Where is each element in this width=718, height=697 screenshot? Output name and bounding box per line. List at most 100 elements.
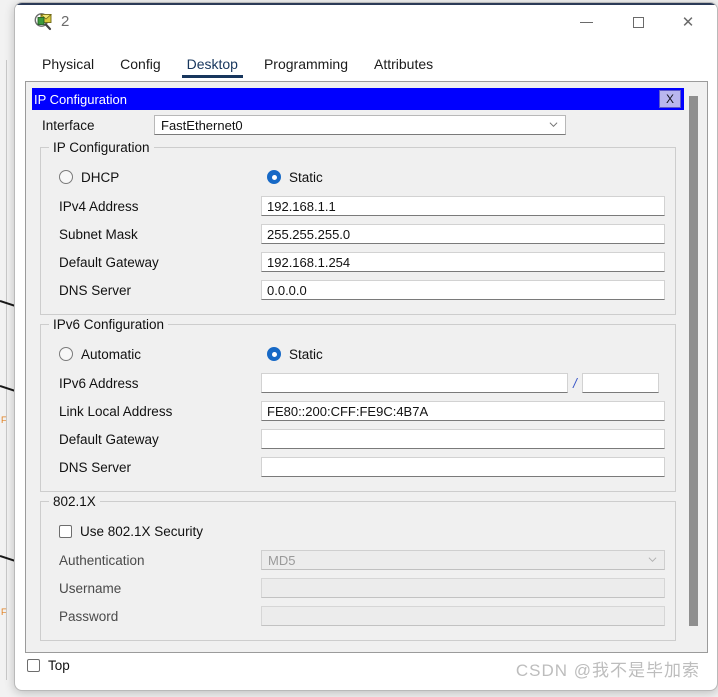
username-input[interactable]: [261, 578, 665, 598]
ipv6-automatic-radio[interactable]: [59, 347, 73, 361]
password-input[interactable]: [261, 606, 665, 626]
subnet-mask-label: Subnet Mask: [59, 226, 138, 242]
ip-configuration-title: IP Configuration: [34, 91, 127, 107]
tab-physical-label: Physical: [42, 56, 95, 72]
use-dot1x-security-checkbox[interactable]: [59, 524, 72, 538]
close-button[interactable]: ✕: [665, 3, 711, 42]
chevron-down-icon: [549, 122, 558, 128]
tab-programming-label: Programming: [263, 56, 348, 72]
authentication-select[interactable]: MD5: [261, 550, 665, 570]
tab-attributes[interactable]: Attributes: [361, 56, 446, 78]
ipv4-address-input[interactable]: 192.168.1.1: [261, 196, 665, 216]
ipv4-gateway-input[interactable]: 192.168.1.254: [261, 252, 665, 272]
top-option[interactable]: Top: [25, 655, 70, 675]
link-local-address-label: Link Local Address: [59, 403, 173, 419]
authentication-selected-value: MD5: [268, 552, 296, 568]
ipv6-dns-label: DNS Server: [59, 459, 132, 475]
username-label: Username: [59, 580, 122, 596]
maximize-button[interactable]: [615, 3, 661, 42]
subnet-mask-input[interactable]: 255.255.255.0: [261, 224, 665, 244]
window-title: 2: [61, 13, 70, 30]
vertical-scrollbar[interactable]: [687, 88, 700, 646]
ip-configuration-caption-bar: IP Configuration X: [32, 88, 684, 110]
ipv6-address-row: IPv6 Address /: [51, 369, 665, 397]
tab-desktop-label: Desktop: [186, 56, 238, 72]
use-dot1x-security-label: Use 802.1X Security: [80, 523, 204, 539]
ip-configuration-close-button[interactable]: X: [659, 90, 681, 108]
ipv6-gateway-label: Default Gateway: [59, 431, 159, 447]
ipv6-gateway-input[interactable]: [261, 429, 665, 449]
ipv6-group-title: IPv6 Configuration: [49, 317, 169, 332]
ipv4-gateway-label: Default Gateway: [59, 254, 159, 270]
tab-config[interactable]: Config: [107, 56, 173, 78]
packet-tracer-device-icon: [33, 11, 55, 33]
ipv6-gateway-row: Default Gateway: [51, 425, 665, 453]
ipv6-automatic-option[interactable]: Automatic: [59, 347, 267, 362]
ipv4-address-label: IPv4 Address: [59, 198, 139, 214]
subnet-mask-row: Subnet Mask 255.255.255.0: [51, 220, 665, 248]
link-local-address-input[interactable]: FE80::200:CFF:FE9C:4B7A: [261, 401, 665, 421]
window-title-bar: 2 ✕: [15, 3, 717, 43]
vertical-scrollbar-thumb[interactable]: [689, 96, 698, 626]
ipv6-static-label: Static: [289, 346, 323, 362]
ipv4-dhcp-label: DHCP: [81, 169, 120, 185]
ipv6-address-label: IPv6 Address: [59, 375, 139, 391]
tab-config-label: Config: [120, 56, 161, 72]
authentication-row: Authentication MD5: [51, 546, 665, 574]
tab-programming[interactable]: Programming: [251, 56, 361, 78]
ipv4-address-row: IPv4 Address 192.168.1.1: [51, 192, 665, 220]
top-label: Top: [48, 657, 70, 673]
ipv4-configuration-group: IP Configuration DHCP Static IPv4 Addres…: [40, 140, 676, 315]
link-local-address-value: FE80::200:CFF:FE9C:4B7A: [267, 403, 429, 419]
chevron-down-icon: [648, 557, 657, 563]
password-label: Password: [59, 608, 119, 624]
maximize-icon: [632, 17, 644, 28]
authentication-label: Authentication: [59, 552, 145, 568]
ipv4-dns-label: DNS Server: [59, 282, 132, 298]
ipv4-mode-row: DHCP Static: [51, 162, 665, 192]
minimize-button[interactable]: [563, 3, 609, 42]
ipv4-static-radio[interactable]: [267, 170, 281, 184]
ipv4-address-value: 192.168.1.1: [267, 198, 336, 214]
device-window: 2 ✕ Physical Config Desktop Programming …: [14, 2, 718, 691]
ipv6-prefix-input[interactable]: [582, 373, 659, 393]
minimize-icon: [579, 21, 593, 24]
ipv6-address-input[interactable]: [261, 373, 568, 393]
ipv6-automatic-label: Automatic: [81, 346, 142, 362]
ipv4-gateway-value: 192.168.1.254: [267, 254, 351, 270]
ipv4-static-option[interactable]: Static: [267, 170, 323, 185]
ipv4-static-label: Static: [289, 169, 323, 185]
top-checkbox[interactable]: [27, 658, 40, 672]
ipv6-mode-row: Automatic Static: [51, 339, 665, 369]
background-device-label-2: F: [1, 607, 7, 617]
ipv4-dns-value: 0.0.0.0: [267, 282, 307, 298]
password-row: Password: [51, 602, 665, 630]
tab-desktop[interactable]: Desktop: [174, 56, 251, 78]
use-dot1x-security-option[interactable]: Use 802.1X Security: [51, 516, 665, 546]
ipv4-dhcp-option[interactable]: DHCP: [59, 170, 267, 185]
interface-label: Interface: [42, 117, 95, 133]
ipv4-group-title: IP Configuration: [49, 140, 154, 155]
title-bar-accent: [15, 3, 717, 5]
interface-select[interactable]: FastEthernet0: [154, 115, 566, 135]
tab-attributes-label: Attributes: [374, 56, 434, 72]
background-device-label-1: F: [1, 415, 7, 425]
username-row: Username: [51, 574, 665, 602]
ipv6-static-option[interactable]: Static: [267, 347, 323, 362]
ipv6-dns-input[interactable]: [261, 457, 665, 477]
background-panel-edge: [6, 60, 7, 680]
subnet-mask-value: 255.255.255.0: [267, 226, 351, 242]
bottom-bar: Top: [25, 654, 708, 676]
tab-physical[interactable]: Physical: [29, 56, 107, 78]
link-local-address-row: Link Local Address FE80::200:CFF:FE9C:4B…: [51, 397, 665, 425]
ipv4-gateway-row: Default Gateway 192.168.1.254: [51, 248, 665, 276]
ip-configuration-panel: IP Configuration X Interface FastEtherne…: [32, 88, 684, 646]
ipv4-dns-input[interactable]: 0.0.0.0: [261, 280, 665, 300]
tab-bar: Physical Config Desktop Programming Attr…: [29, 48, 717, 78]
interface-row: Interface FastEthernet0: [32, 110, 684, 138]
close-icon: ✕: [681, 14, 695, 31]
ipv4-dhcp-radio[interactable]: [59, 170, 73, 184]
ipv6-configuration-group: IPv6 Configuration Automatic Static IPv6…: [40, 317, 676, 492]
ipv4-dns-row: DNS Server 0.0.0.0: [51, 276, 665, 304]
ipv6-static-radio[interactable]: [267, 347, 281, 361]
